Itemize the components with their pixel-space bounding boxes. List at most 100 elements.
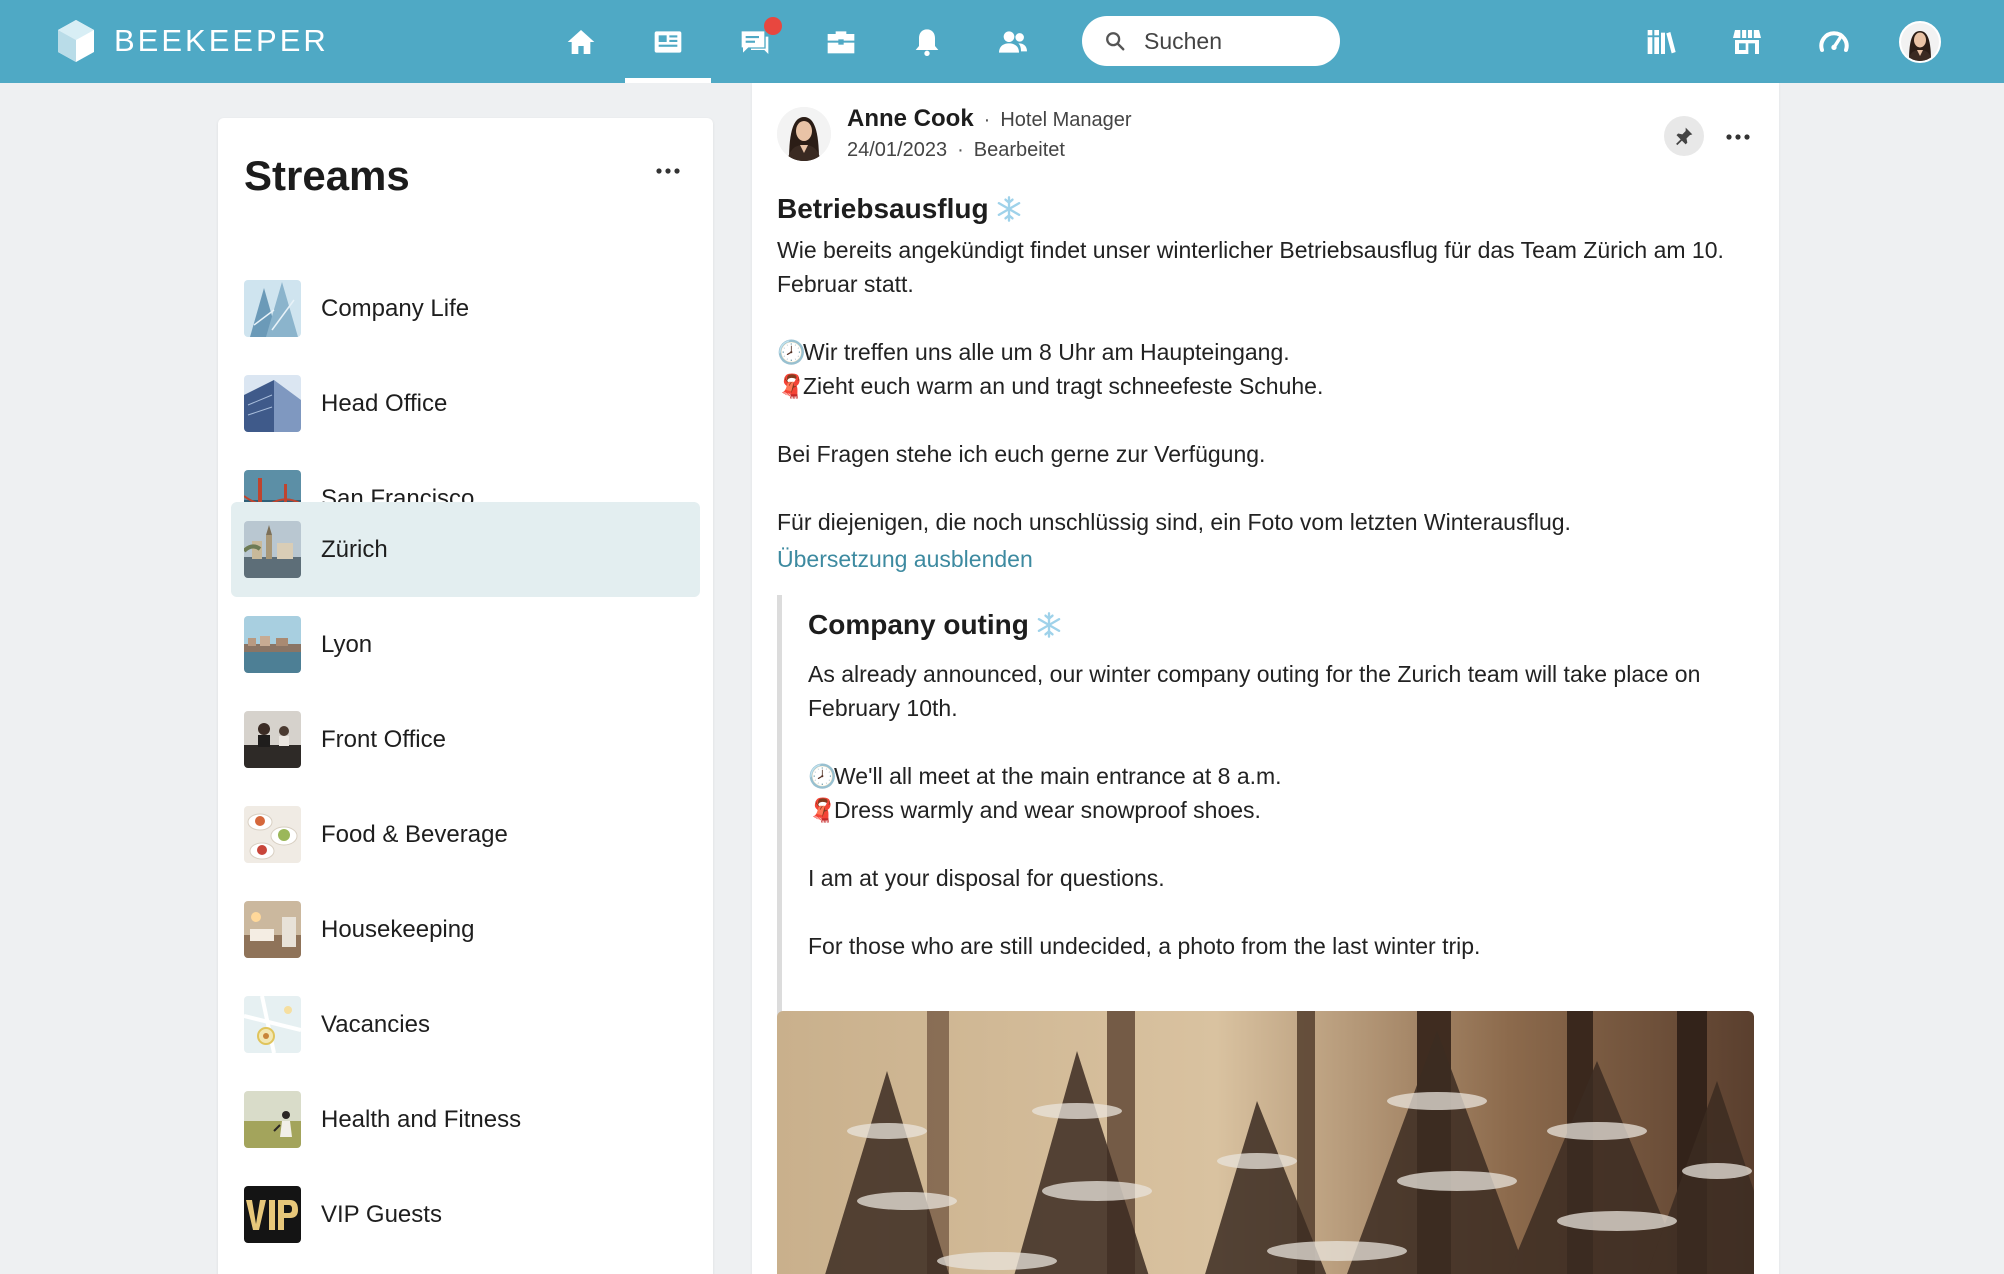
stream-item-front-office[interactable]: Front Office	[231, 692, 700, 787]
brand-name: BEEKEEPER	[114, 23, 329, 58]
post-date: 24/01/2023	[847, 139, 948, 161]
stream-item-food-beverage[interactable]: Food & Beverage	[231, 787, 700, 882]
nav-apps[interactable]	[798, 0, 884, 83]
scarf-icon: 🧣	[777, 373, 806, 399]
stream-thumbnail	[244, 1091, 301, 1148]
clock-icon: 🕗	[777, 339, 806, 365]
author-name[interactable]: Anne Cook	[847, 105, 974, 133]
body-paragraph: Für diejenigen, die noch unschlüssig sin…	[777, 509, 1571, 535]
nav-dashboard[interactable]	[1791, 0, 1877, 83]
front-office-image	[244, 711, 301, 768]
stream-item-health-fitness[interactable]: Health and Fitness	[231, 1072, 700, 1167]
translation-block: Company outing As already announced, our…	[777, 595, 1757, 1061]
nav-library[interactable]	[1618, 0, 1704, 83]
zurich-city-image	[244, 521, 301, 578]
news-feed-icon	[654, 30, 682, 53]
translation-paragraph: For those who are still undecided, a pho…	[808, 933, 1481, 959]
chat-notification-badge	[764, 17, 782, 35]
stream-thumbnail	[244, 901, 301, 958]
search-input[interactable]	[1144, 27, 1334, 55]
translation-title-text: Company outing	[808, 609, 1029, 640]
stream-item-zurich[interactable]: Zürich	[231, 502, 700, 597]
post-title: Betriebsausflug	[777, 193, 1023, 225]
nav-news-feed[interactable]	[625, 0, 711, 83]
author-avatar[interactable]	[777, 107, 831, 161]
post-title-text: Betriebsausflug	[777, 193, 989, 224]
stream-label: Housekeeping	[321, 915, 475, 943]
stream-item-lyon[interactable]: Lyon	[231, 597, 700, 692]
post-meta: 24/01/2023 · Bearbeitet	[847, 139, 1065, 162]
stream-thumbnail	[244, 521, 301, 578]
post-image[interactable]	[777, 1011, 1754, 1274]
stream-thumbnail	[244, 616, 301, 673]
toolbox-icon	[827, 30, 855, 53]
separator-dot: ·	[957, 139, 964, 161]
translation-paragraph: 🕗We'll all meet at the main entrance at …	[808, 759, 1738, 793]
hide-translation-link[interactable]: Übersetzung ausblenden	[777, 546, 1033, 573]
nav-home[interactable]	[538, 0, 624, 83]
stream-thumbnail	[244, 806, 301, 863]
stream-thumbnail	[244, 375, 301, 432]
lyon-city-image	[244, 616, 301, 673]
stream-thumbnail	[244, 280, 301, 337]
nav-store[interactable]	[1704, 0, 1790, 83]
hotel-room-image	[244, 901, 301, 958]
top-navigation-bar: BEEKEEPER	[0, 0, 2004, 83]
map-image	[244, 996, 301, 1053]
streams-title: Streams	[244, 152, 410, 199]
snowflake-icon	[1037, 612, 1061, 638]
more-horizontal-icon	[656, 168, 680, 174]
post-body: Wie bereits angekündigt findet unser win…	[777, 233, 1757, 539]
translation-paragraph: I am at your disposal for questions.	[808, 865, 1165, 891]
beekeeper-logo-icon	[58, 20, 94, 62]
post-more-button[interactable]	[1718, 117, 1758, 157]
author-role: Hotel Manager	[1000, 109, 1132, 131]
stream-item-head-office[interactable]: Head Office	[231, 356, 700, 451]
translation-body: As already announced, our winter company…	[808, 657, 1738, 963]
body-paragraph: Bei Fragen stehe ich euch gerne zur Verf…	[777, 441, 1266, 467]
post-card: Anne Cook · Hotel Manager 24/01/2023 · B…	[752, 83, 1779, 1274]
translation-paragraph: As already announced, our winter company…	[808, 661, 1701, 721]
search-bar[interactable]	[1082, 16, 1340, 66]
stream-thumbnail	[244, 996, 301, 1053]
store-icon	[1733, 29, 1761, 54]
skyscraper-image	[244, 280, 301, 337]
brand[interactable]: BEEKEEPER	[56, 18, 329, 64]
snowflake-icon	[997, 196, 1020, 222]
stream-thumbnail	[244, 1186, 301, 1243]
user-avatar-icon	[1901, 23, 1939, 61]
nav-people[interactable]	[970, 0, 1056, 83]
translation-title: Company outing	[808, 609, 1063, 641]
stream-item-company-life[interactable]: Company Life	[231, 261, 700, 356]
separator-dot: ·	[983, 109, 991, 131]
author-avatar-icon	[777, 107, 831, 161]
snowy-forest-image	[777, 1011, 1754, 1274]
nav-notifications[interactable]	[884, 0, 970, 83]
food-image	[244, 806, 301, 863]
stream-label: Health and Fitness	[321, 1105, 522, 1133]
bell-icon	[915, 28, 939, 56]
body-paragraph: 🧣Zieht euch warm an und tragt schneefest…	[777, 369, 1757, 403]
stream-item-vip-guests[interactable]: VIP Guests	[231, 1167, 700, 1262]
stream-item-vacancies[interactable]: Vacancies	[231, 977, 700, 1072]
people-icon	[999, 30, 1027, 53]
user-avatar[interactable]	[1899, 21, 1941, 63]
search-icon	[1106, 32, 1125, 51]
author-line: Anne Cook · Hotel Manager	[847, 105, 1132, 133]
stream-label: Zürich	[321, 535, 388, 563]
clock-icon: 🕗	[808, 763, 837, 789]
dashboard-icon	[1819, 30, 1849, 52]
streams-more-button[interactable]	[648, 154, 688, 188]
home-icon	[567, 29, 595, 54]
stream-item-housekeeping[interactable]: Housekeeping	[231, 882, 700, 977]
body-paragraph: Wie bereits angekündigt findet unser win…	[777, 237, 1724, 297]
stream-label: Vacancies	[321, 1010, 430, 1038]
stream-label: Front Office	[321, 725, 446, 753]
stream-label: Company Life	[321, 294, 470, 322]
nav-chat[interactable]	[712, 0, 798, 83]
pin-button[interactable]	[1664, 116, 1704, 156]
pin-icon	[1676, 127, 1693, 146]
library-icon	[1647, 29, 1676, 54]
translation-paragraph: 🧣Dress warmly and wear snowproof shoes.	[808, 793, 1738, 827]
fitness-image	[244, 1091, 301, 1148]
